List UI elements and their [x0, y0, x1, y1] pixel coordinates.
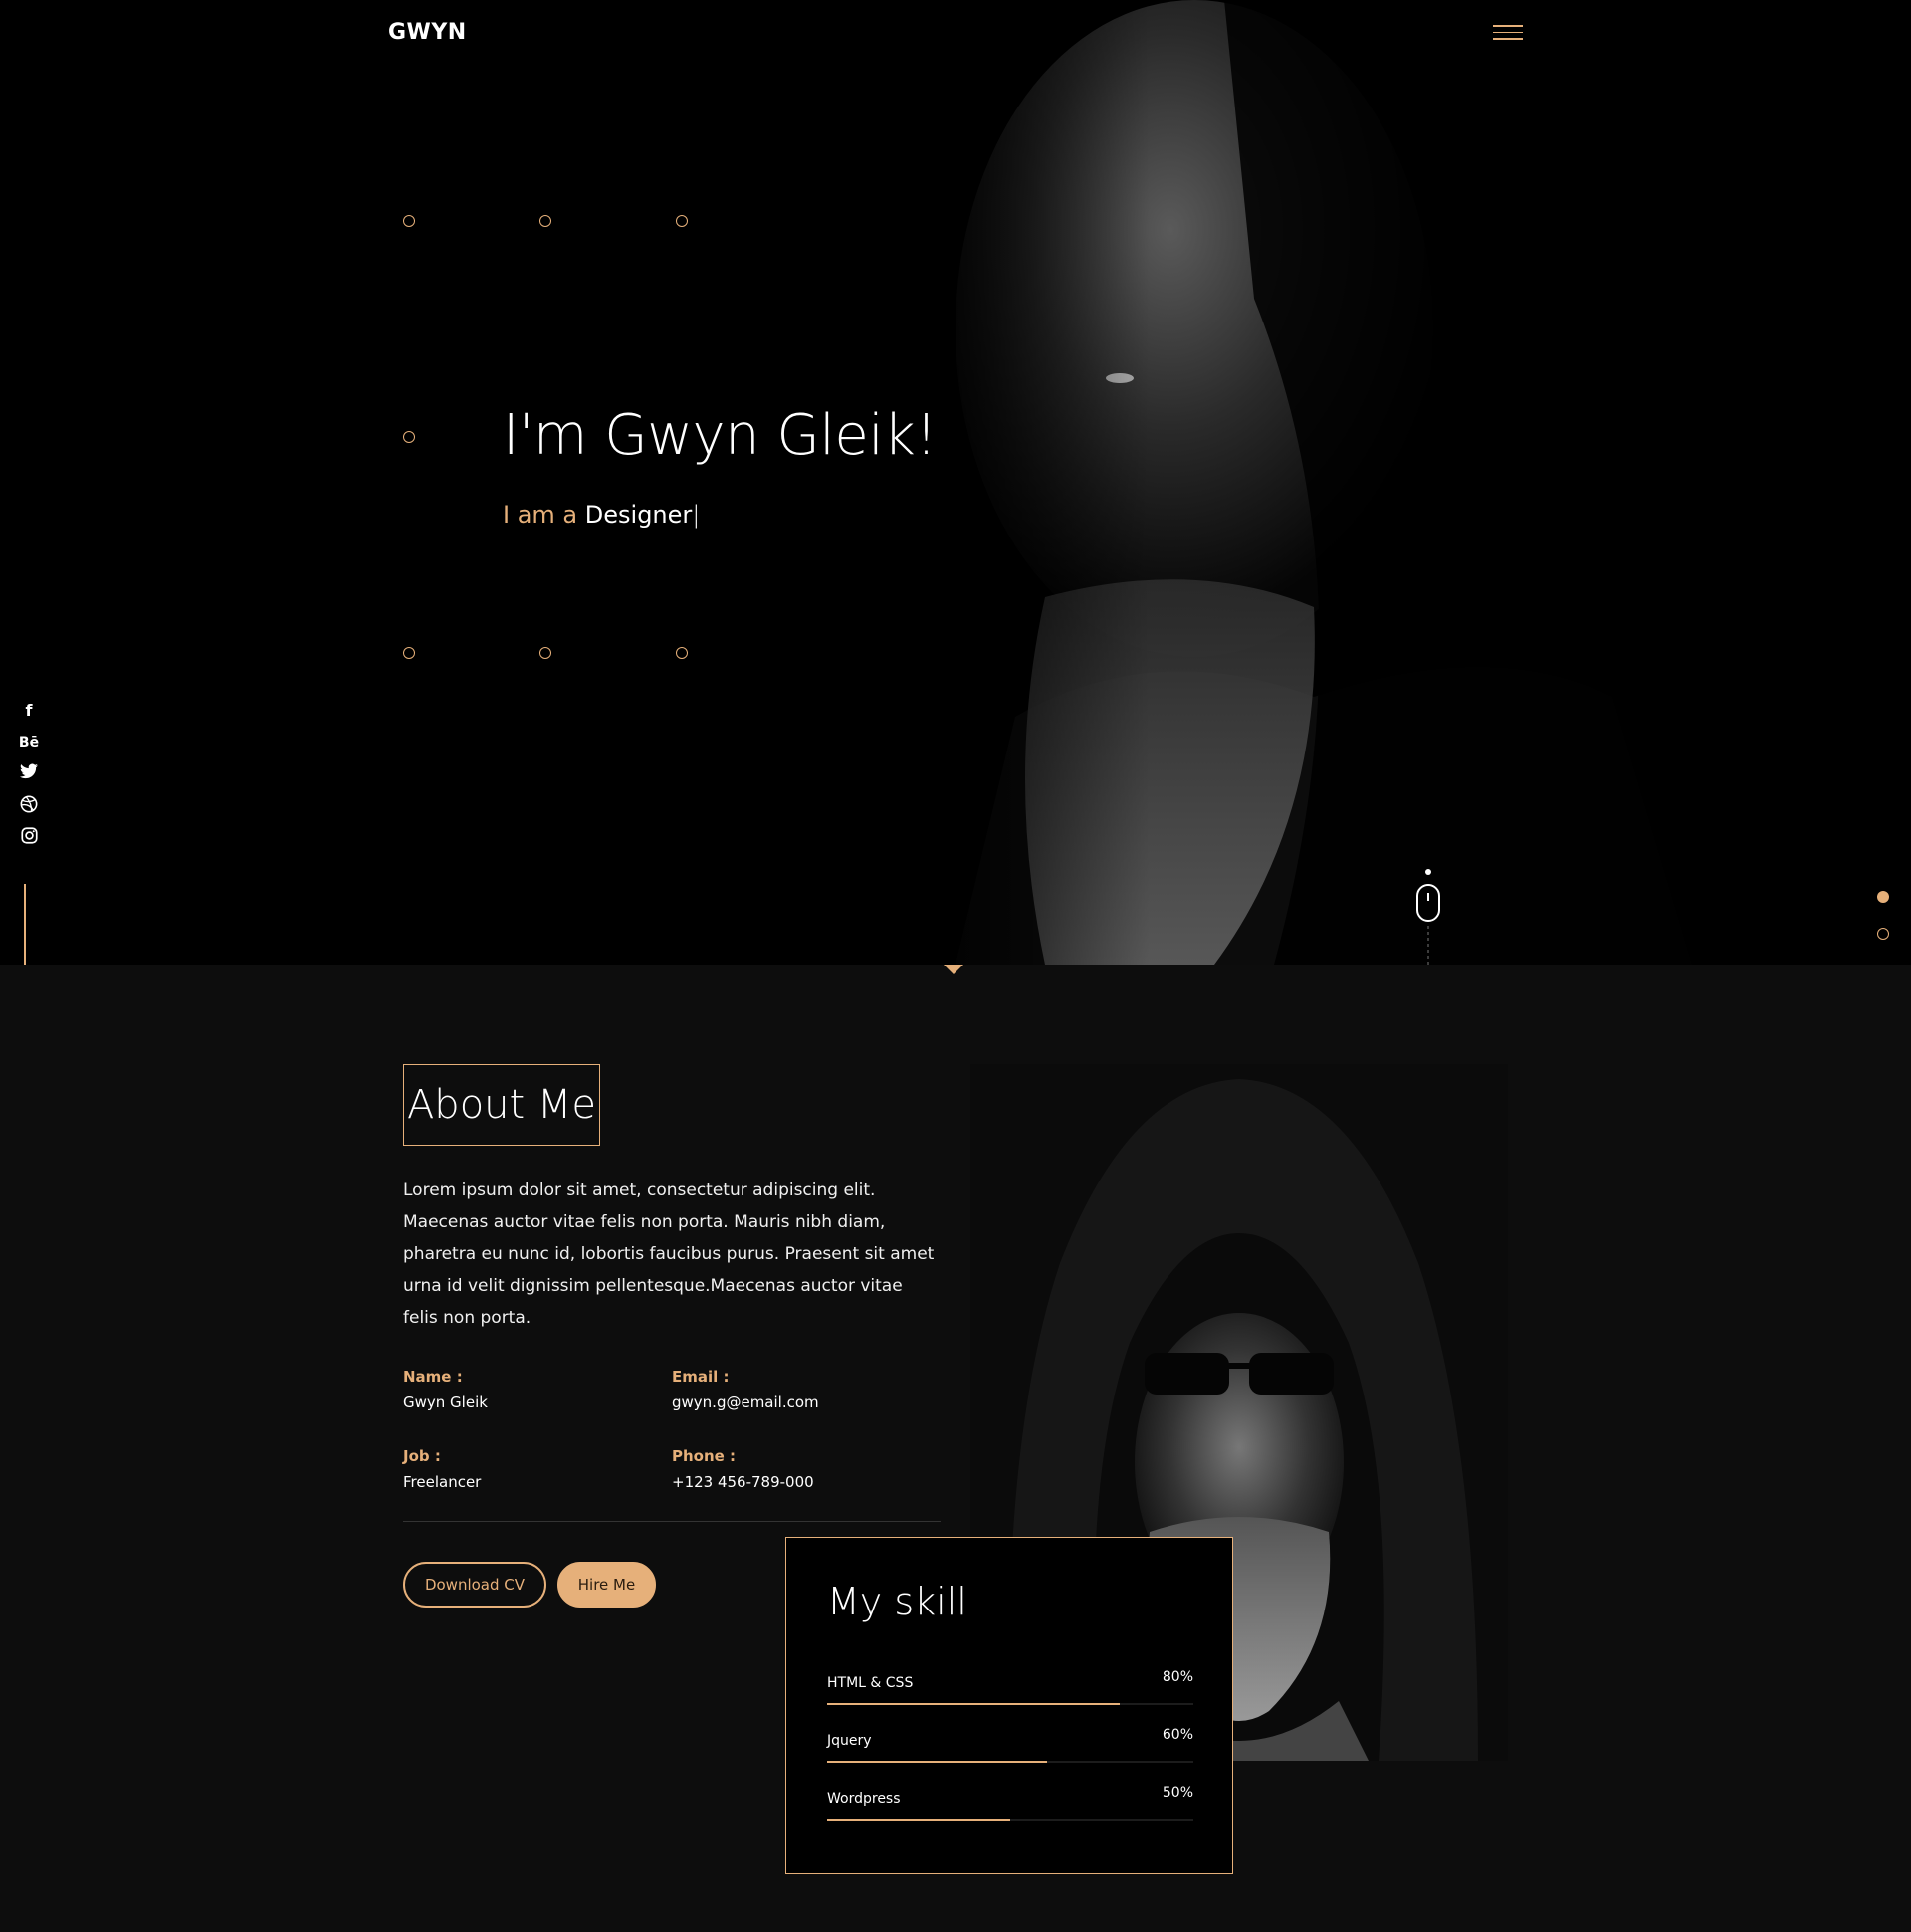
scroll-down-mouse-icon[interactable]: [1415, 868, 1441, 965]
dribbble-icon[interactable]: [18, 795, 40, 817]
social-links: f Bē: [18, 700, 40, 859]
skill-name: HTML & CSS: [827, 1675, 914, 1691]
info-value: Freelancer: [403, 1473, 482, 1491]
typing-cursor: |: [692, 501, 701, 529]
hero-subtitle-role: Designer: [584, 501, 693, 529]
about-divider: [403, 1521, 941, 1522]
skill-progress-track: [827, 1703, 1193, 1705]
skill-progress-track: [827, 1761, 1193, 1763]
skill-progress-fill: [827, 1703, 1121, 1705]
info-label: Name :: [403, 1368, 463, 1386]
info-name: Name : Gwyn Gleik: [403, 1368, 488, 1411]
skills-title: My skill: [827, 1580, 967, 1623]
decorative-circle: [539, 647, 551, 659]
section-nav-dot-2[interactable]: [1877, 928, 1889, 940]
twitter-icon[interactable]: [18, 763, 40, 785]
skill-percent: 80%: [1162, 1669, 1193, 1685]
skill-progress-fill: [827, 1819, 1010, 1821]
decorative-circle: [676, 215, 688, 227]
info-value: Gwyn Gleik: [403, 1394, 488, 1411]
site-logo[interactable]: GWYN: [388, 20, 467, 45]
skill-name: Jquery: [827, 1733, 872, 1749]
info-value[interactable]: +123 456-789-000: [672, 1473, 814, 1491]
skill-name: Wordpress: [827, 1791, 901, 1807]
skill-row: Jquery 60%: [827, 1727, 1193, 1767]
skill-progress-track: [827, 1819, 1193, 1821]
skill-percent: 50%: [1162, 1785, 1193, 1801]
decorative-circle: [539, 215, 551, 227]
hero-section: GWYN I'm Gwyn Gleik! I am a Designer| f …: [0, 0, 1911, 965]
facebook-icon[interactable]: f: [18, 700, 40, 722]
info-label: Email :: [672, 1368, 730, 1386]
section-divider-arrow-icon: [944, 965, 963, 974]
skill-percent: 60%: [1162, 1727, 1193, 1743]
hero-subtitle-prefix: I am a: [503, 501, 578, 529]
hamburger-menu-icon[interactable]: [1493, 25, 1523, 45]
about-heading: About Me: [403, 1064, 600, 1146]
section-nav-dot-1[interactable]: [1877, 891, 1889, 903]
skill-row: Wordpress 50%: [827, 1785, 1193, 1825]
hero-subtitle: I am a Designer|: [503, 501, 700, 529]
social-divider-line: [24, 884, 26, 965]
info-phone: Phone : +123 456-789-000: [672, 1447, 814, 1491]
decorative-circle: [676, 647, 688, 659]
hero-title: I'm Gwyn Gleik!: [503, 403, 938, 468]
behance-icon[interactable]: Bē: [18, 732, 40, 753]
about-paragraph: Lorem ipsum dolor sit amet, consectetur …: [403, 1181, 935, 1328]
info-label: Phone :: [672, 1447, 737, 1465]
instagram-icon[interactable]: [18, 827, 40, 849]
hire-me-button[interactable]: Hire Me: [557, 1562, 656, 1608]
download-cv-button[interactable]: Download CV: [403, 1562, 546, 1608]
decorative-circle: [403, 431, 415, 443]
skills-card: My skill HTML & CSS 80% Jquery 60% Wordp…: [785, 1537, 1233, 1874]
skill-row: HTML & CSS 80%: [827, 1669, 1193, 1709]
skill-progress-fill: [827, 1761, 1047, 1763]
info-value[interactable]: gwyn.g@email.com: [672, 1394, 819, 1411]
info-job: Job : Freelancer: [403, 1447, 481, 1491]
hero-portrait-image: [896, 0, 1911, 965]
decorative-circle: [403, 647, 415, 659]
info-label: Job :: [403, 1447, 441, 1465]
decorative-circle: [403, 215, 415, 227]
info-email: Email : gwyn.g@email.com: [672, 1368, 819, 1411]
